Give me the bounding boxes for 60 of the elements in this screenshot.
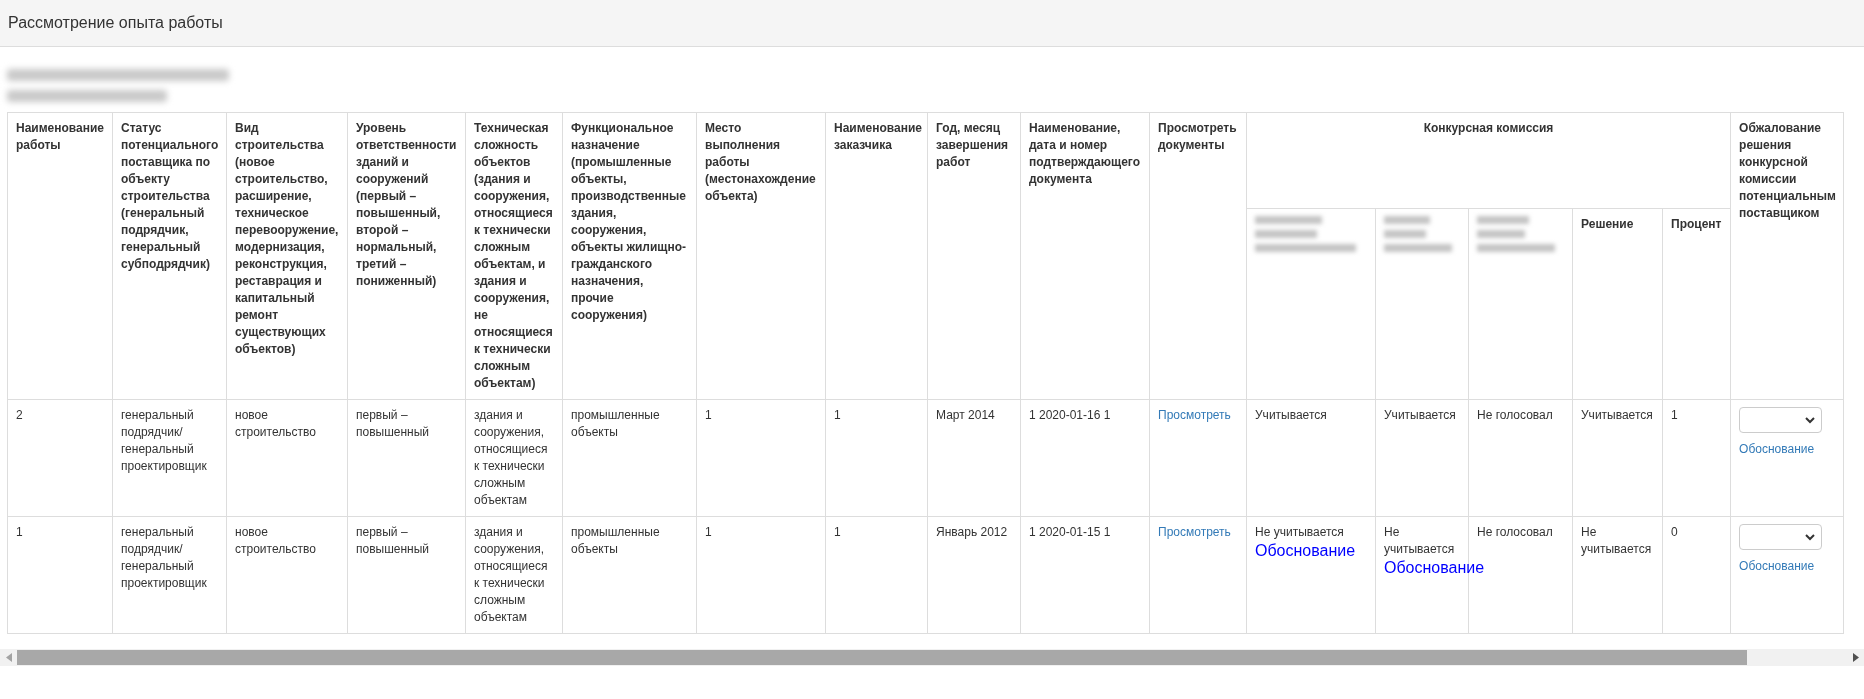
page-title: Рассмотрение опыта работы [8,14,223,32]
column-header: Наименование, дата и номер подтверждающего документа [1029,121,1140,186]
view-link[interactable]: Просмотреть [1158,408,1231,422]
table-cell-text: Не учитывается [1255,524,1345,541]
table-cell: новое строительство [235,525,316,556]
table-cell-text: Не голосовал [1477,407,1554,424]
table-cell-text: Не учитывается [1384,524,1456,558]
column-header: Место выполнения работы (местонахождение объекта) [705,121,816,203]
table-cell-text: Не голосовал [1477,524,1554,541]
scroll-left-icon[interactable] [5,653,12,662]
column-header: Статус потенциального поставщика по объекту строительства (генеральный подрядчик, генеральный субподрядчик) [121,121,219,271]
column-header: Просмотреть документы [1158,121,1237,152]
view-link[interactable]: Просмотреть [1158,525,1231,539]
table-cell: генеральный подрядчик/ генеральный проектировщик [121,408,207,473]
table-cell: здания и сооружения, относящиеся к технически сложным объектам [474,525,548,624]
table-cell: здания и сооружения, относящиеся к технически сложным объектам [474,408,548,507]
table-cell: Март 2014 [936,408,995,422]
column-header: Решение [1581,217,1634,232]
table-cell: Учитывается [1581,408,1653,422]
table-cell: 1 [16,525,23,539]
column-header: Обжалование решения конкурсной комиссии потенциальным поставщиком [1739,121,1836,220]
table-cell: 2 [16,408,23,422]
column-header: Функциональное назначение (промышленные объекты, производственные здания, сооружения, объекты жилищно-гражданского назначения, прочие сооружения) [571,121,687,322]
justification-link[interactable]: Обоснование [1739,559,1815,573]
dropdown-select[interactable] [1739,524,1823,550]
table-cell: 1 [705,408,712,422]
table-cell: 1 2020-01-16 1 [1029,408,1111,422]
horizontal-scrollbar[interactable] [0,649,1864,666]
scroll-right-icon[interactable] [1852,653,1859,662]
table-cell: 1 [834,525,841,539]
table-cell-text: Учитывается [1255,407,1328,424]
table-cell: первый – повышенный [356,525,430,556]
table-cell: 1 2020-01-15 1 [1029,525,1111,539]
column-header: Техническая сложность объектов (здания и сооружения, относящиеся к технически сложным объектам, и здания и сооружения, не относящиеся к технически сложным объектам) [474,121,553,390]
column-header: Наименование заказчика [834,121,923,152]
table-cell: 1 [834,408,841,422]
justification-link[interactable]: Обоснование [1739,442,1815,456]
table-cell: генеральный подрядчик/ генеральный проектировщик [121,525,207,590]
column-header: Конкурсная комиссия [1423,121,1554,135]
justification-link[interactable]: Обоснование [1384,559,1485,576]
chevron-down-icon [1805,533,1816,541]
table-cell: промышленные объекты [571,408,660,439]
column-header: Процент [1671,217,1722,232]
column-header: Наименование работы [16,121,105,152]
table-cell: 0 [1671,525,1678,539]
table-cell: 1 [1671,408,1678,422]
table-cell-text: Учитывается [1384,407,1457,424]
table-cell: новое строительство [235,408,316,439]
table-cell: Не учитывается [1581,525,1652,556]
column-header: Уровень ответственности зданий и сооружений (первый – повышенный, второй – нормальный, третий – пониженный) [356,121,457,288]
dropdown-select[interactable] [1739,407,1823,433]
justification-link[interactable]: Обоснование [1255,542,1356,559]
column-header: Год, месяц завершения работ [936,121,1008,169]
table-cell: 1 [705,525,712,539]
scrollbar-thumb[interactable] [17,650,1747,665]
column-header: Вид строительства (новое строительство, расширение, техническое перевооружение, модернизация, реконструкция, реставрация и капитальный ремонт существующих объектов) [235,121,339,356]
table-cell: Январь 2012 [936,525,1008,539]
table-cell: промышленные объекты [571,525,660,556]
table-cell: первый – повышенный [356,408,430,439]
chevron-down-icon [1805,416,1816,424]
